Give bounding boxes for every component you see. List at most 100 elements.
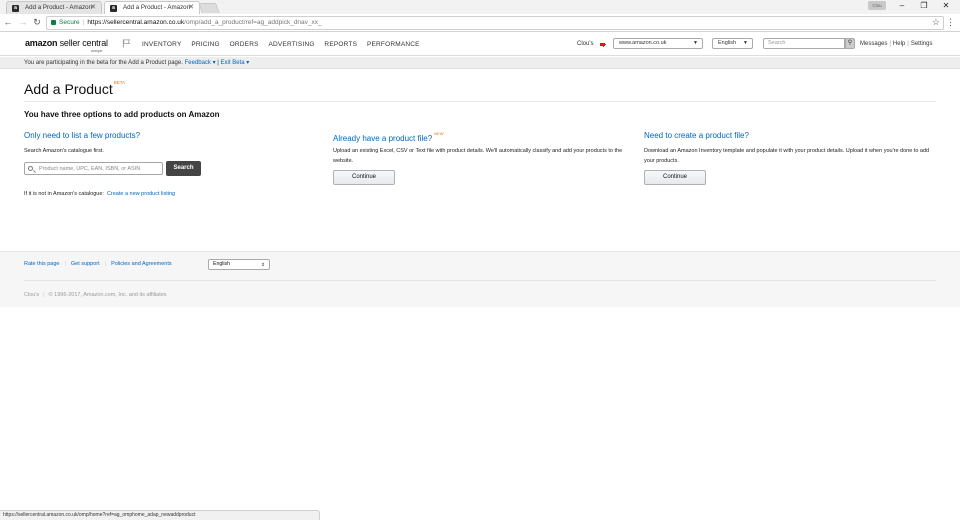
url-field[interactable]: Secure | https://sellercentral.amazon.co.u… bbox=[46, 16, 944, 30]
uk-flag-icon bbox=[599, 41, 606, 47]
marketplace-select[interactable]: www.amazon.co.uk ▼ bbox=[613, 38, 703, 49]
beta-badge: BETA bbox=[113, 80, 126, 85]
search-icon bbox=[28, 166, 33, 171]
upload-file-continue-button[interactable]: Continue bbox=[333, 170, 395, 185]
settings-link[interactable]: Settings bbox=[911, 41, 933, 47]
beta-notice-bar: You are participating in the beta for th… bbox=[0, 57, 960, 69]
messages-link[interactable]: Messages bbox=[860, 41, 887, 47]
url-path: /omp/add_a_product/ref=ag_addpick_dnav_x… bbox=[184, 19, 322, 26]
logo-region-text: europe bbox=[91, 48, 103, 53]
footer-account-name: Clou's bbox=[24, 292, 40, 298]
seller-central-logo[interactable]: amazon seller central europe bbox=[25, 38, 108, 53]
policies-link[interactable]: Policies and Agreements bbox=[111, 261, 172, 267]
account-name[interactable]: Clou's bbox=[577, 41, 594, 47]
chevron-down-icon: ▾ bbox=[212, 60, 216, 66]
lock-icon bbox=[51, 19, 56, 25]
new-tab-button[interactable] bbox=[198, 3, 220, 13]
browser-tab-strip: a Add a Product - Amazon ✕ a Add a Produ… bbox=[0, 0, 960, 14]
browser-tab-label: Add a Product - Amazon bbox=[123, 4, 191, 11]
link-separator: | bbox=[43, 292, 45, 298]
divider bbox=[24, 101, 936, 102]
main-nav: INVENTORY PRICING ORDERS ADVERTISING REP… bbox=[142, 41, 428, 48]
nav-orders[interactable]: ORDERS bbox=[230, 41, 259, 48]
page-title-text: Add a Product bbox=[24, 81, 113, 97]
feedback-link[interactable]: Feedback ▾ bbox=[185, 60, 216, 66]
footer-language-select[interactable]: English ⇕ bbox=[208, 259, 270, 270]
browser-tab[interactable]: a Add a Product - Amazon ✕ bbox=[6, 1, 102, 14]
url-separator: | bbox=[82, 19, 85, 26]
option-product-file-heading: Already have a product file?NEW bbox=[333, 131, 444, 143]
footer-language-value: English bbox=[213, 261, 231, 267]
language-select[interactable]: English ▼ bbox=[712, 38, 753, 49]
minimize-icon[interactable]: – bbox=[892, 1, 912, 10]
browser-tab-label: Add a Product - Amazon bbox=[25, 4, 93, 11]
not-in-catalogue-row: If it is not in Amazon's catalogue: Creat… bbox=[24, 191, 175, 197]
url-host: https://sellercentral.amazon.co.uk bbox=[87, 19, 185, 26]
get-support-link[interactable]: Get support bbox=[71, 261, 100, 267]
browser-tab-active[interactable]: a Add a Product - Amazon ✕ bbox=[104, 1, 200, 14]
link-separator: | bbox=[907, 41, 909, 47]
logo-seller-central-text: seller central bbox=[57, 38, 108, 48]
chevron-down-icon: ▼ bbox=[693, 40, 698, 46]
exit-beta-link[interactable]: Exit Beta ▾ bbox=[221, 60, 250, 66]
amazon-favicon-icon: a bbox=[110, 5, 117, 12]
chevron-down-icon: ▼ bbox=[743, 40, 748, 46]
exit-beta-label: Exit Beta bbox=[220, 60, 245, 66]
feedback-label: Feedback bbox=[184, 60, 211, 66]
nav-inventory[interactable]: INVENTORY bbox=[142, 41, 182, 48]
footer-links: Rate this page | Get support | Policies and … bbox=[24, 261, 172, 267]
marketplace-value: www.amazon.co.uk bbox=[619, 40, 667, 46]
not-in-catalogue-text: If it is not in Amazon's catalogue: bbox=[24, 191, 104, 197]
browser-menu-icon[interactable]: ⋮ bbox=[946, 17, 955, 28]
catalogue-search-button[interactable]: Search bbox=[166, 161, 201, 176]
options-subtitle: You have three options to add products o… bbox=[24, 110, 220, 119]
forward-arrow-icon[interactable]: → bbox=[18, 17, 28, 27]
bookmark-star-icon[interactable]: ☆ bbox=[932, 17, 940, 28]
rate-page-link[interactable]: Rate this page bbox=[24, 261, 59, 267]
language-value: English bbox=[718, 40, 737, 46]
chevron-updown-icon: ⇕ bbox=[261, 262, 265, 267]
option-product-file-text: Upload an existing Excel, CSV or Text fi… bbox=[333, 148, 623, 164]
option-create-file-heading: Need to create a product file? bbox=[644, 131, 749, 140]
secure-label: Secure bbox=[59, 19, 80, 26]
tab-close-icon[interactable]: ✕ bbox=[188, 2, 194, 14]
logo-amazon-text: amazon bbox=[25, 38, 58, 48]
restore-icon[interactable]: ❐ bbox=[914, 1, 934, 10]
flag-icon[interactable] bbox=[122, 39, 131, 48]
search-icon[interactable]: ⚲ bbox=[845, 38, 855, 49]
browser-status-bar: https://sellercentral.amazon.co.uk/omp/h… bbox=[0, 510, 320, 520]
reload-icon[interactable]: ↻ bbox=[32, 17, 42, 28]
tab-close-icon[interactable]: ✕ bbox=[90, 2, 96, 14]
option-list-few-heading: Only need to list a few products? bbox=[24, 131, 141, 140]
header-links: Messages | Help | Settings bbox=[860, 41, 933, 47]
link-separator: | bbox=[889, 41, 891, 47]
page-title: Add a ProductBETA bbox=[24, 80, 125, 97]
profile-button[interactable]: Clou bbox=[868, 1, 886, 10]
copyright-text: © 1996-2017, Amazon.com, Inc. and its af… bbox=[48, 292, 167, 298]
option-list-few-text: Search Amazon's catalogue first. bbox=[24, 148, 104, 154]
link-separator: | bbox=[104, 261, 107, 267]
nav-performance[interactable]: PERFORMANCE bbox=[367, 41, 420, 48]
option-create-file-text: Download an Amazon Inventory template an… bbox=[644, 148, 930, 164]
chevron-down-icon: ▾ bbox=[246, 60, 250, 66]
nav-advertising[interactable]: ADVERTISING bbox=[268, 41, 314, 48]
copyright-row: Clou's | © 1996-2017, Amazon.com, Inc. and… bbox=[24, 292, 167, 298]
amazon-favicon-icon: a bbox=[12, 5, 19, 12]
address-bar-row: ← → ↻ Secure | https://sellercentral.amazo… bbox=[0, 14, 960, 32]
nav-reports[interactable]: REPORTS bbox=[324, 41, 357, 48]
back-arrow-icon[interactable]: ← bbox=[3, 17, 13, 27]
link-separator: | bbox=[217, 60, 219, 66]
nav-pricing[interactable]: PRICING bbox=[191, 41, 220, 48]
option-product-file-heading-text: Already have a product file? bbox=[333, 134, 433, 143]
create-file-continue-button[interactable]: Continue bbox=[644, 170, 706, 185]
seller-central-header: amazon seller central europe INVENTORY P… bbox=[0, 33, 960, 56]
beta-notice-text: You are participating in the beta for th… bbox=[24, 60, 183, 66]
catalogue-search-input[interactable] bbox=[24, 162, 163, 175]
close-window-icon[interactable]: ✕ bbox=[936, 1, 956, 10]
new-badge: NEW bbox=[434, 131, 444, 136]
link-separator: | bbox=[64, 261, 66, 267]
page-footer: Rate this page | Get support | Policies and … bbox=[0, 251, 960, 307]
header-search-input[interactable]: Search bbox=[763, 38, 845, 49]
help-link[interactable]: Help bbox=[893, 41, 905, 47]
create-listing-link[interactable]: Create a new product listing bbox=[107, 191, 175, 197]
